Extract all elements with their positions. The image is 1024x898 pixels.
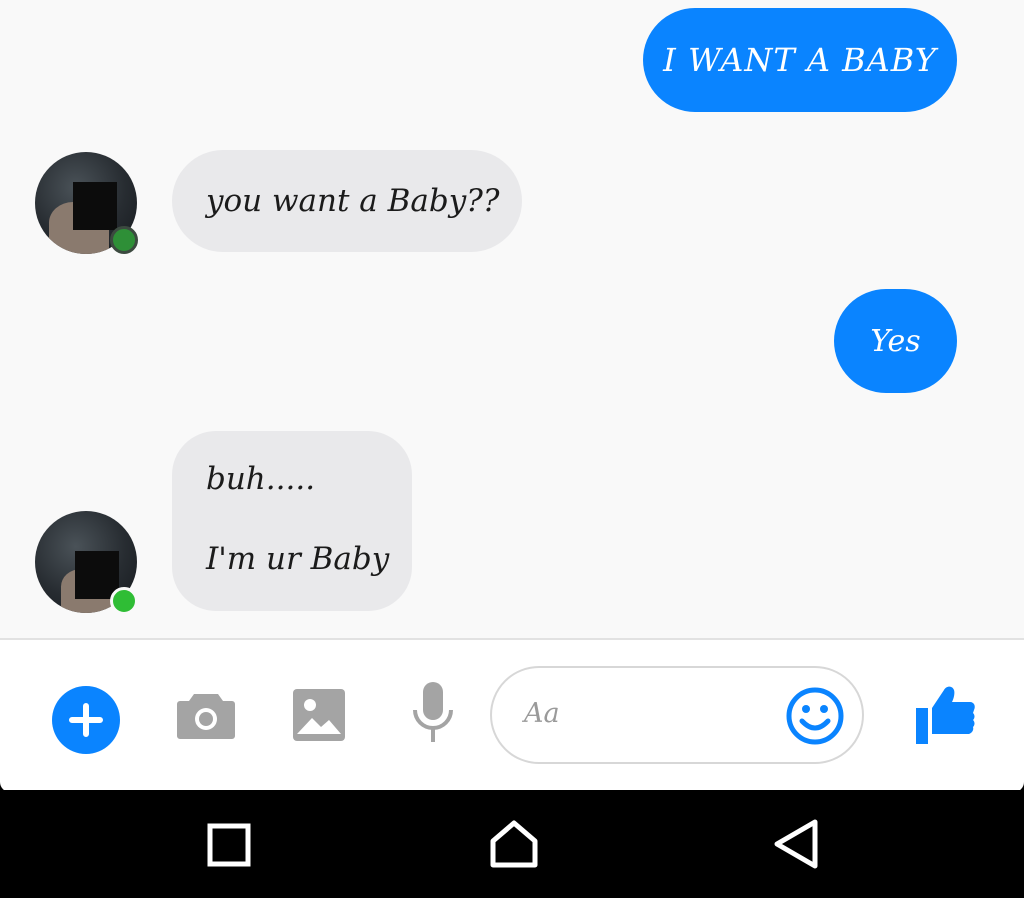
message-text: I WANT A BABY: [663, 41, 937, 79]
message-bubble-outgoing[interactable]: Yes: [834, 289, 957, 393]
back-icon[interactable]: [770, 816, 822, 872]
thumbs-up-icon[interactable]: [914, 680, 976, 746]
image-icon[interactable]: [292, 688, 346, 742]
message-text: you want a Baby??: [206, 183, 500, 219]
message-text: Yes: [870, 323, 921, 359]
message-bubble-incoming[interactable]: you want a Baby??: [172, 150, 522, 252]
message-input-placeholder: Aa: [524, 698, 560, 729]
recent-apps-icon[interactable]: [204, 820, 254, 870]
microphone-icon[interactable]: [410, 680, 456, 746]
message-text-line: buh.....: [206, 461, 316, 497]
camera-icon[interactable]: [176, 686, 236, 744]
avatar-redaction: [73, 182, 117, 230]
message-text-line: I'm ur Baby: [206, 541, 390, 577]
smiley-icon[interactable]: [785, 686, 845, 746]
message-bubble-outgoing[interactable]: I WANT A BABY: [643, 8, 957, 112]
home-icon[interactable]: [486, 816, 542, 872]
plus-icon[interactable]: [52, 686, 120, 754]
online-status-dot: [110, 587, 138, 615]
system-navigation-bar: [0, 790, 1024, 898]
message-composer: Aa: [0, 638, 1024, 792]
online-status-dot: [110, 226, 138, 254]
message-thread: I WANT A BABY you want a Baby?? Yes buh.…: [0, 0, 1024, 638]
message-bubble-incoming[interactable]: buh..... I'm ur Baby: [172, 431, 412, 611]
